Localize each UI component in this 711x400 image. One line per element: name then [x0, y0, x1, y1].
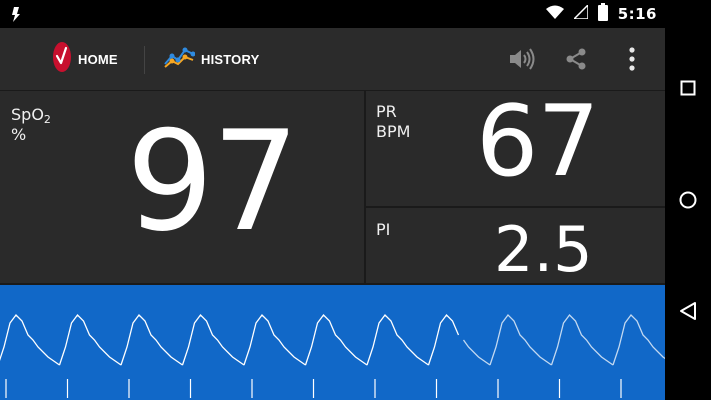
pi-panel[interactable]: PI 2.5 — [366, 208, 665, 283]
pleth-trace — [462, 314, 665, 366]
history-label: HISTORY — [201, 51, 260, 67]
history-chart-icon — [163, 44, 196, 75]
status-bar: 5:16 — [0, 0, 711, 28]
pr-unit: BPM — [376, 122, 411, 141]
signal-icon — [571, 2, 589, 24]
share-icon[interactable] — [561, 44, 591, 74]
home-circle-icon[interactable] — [673, 185, 703, 215]
recents-square-icon[interactable] — [673, 73, 703, 103]
history-button[interactable]: HISTORY — [163, 42, 259, 76]
home-button[interactable]: HOME — [52, 41, 118, 78]
navigation-bar — [665, 28, 711, 400]
app-notification-icon — [10, 5, 22, 28]
toolbar: HOME HISTORY — [0, 28, 665, 90]
pr-panel[interactable]: PR BPM 67 — [366, 91, 665, 206]
pi-value: 2.5 — [494, 213, 593, 283]
battery-icon — [597, 2, 608, 26]
pr-value: 67 — [476, 91, 600, 199]
spo2-value: 97 — [126, 101, 300, 262]
volume-icon[interactable] — [507, 44, 537, 74]
back-triangle-icon[interactable] — [673, 296, 703, 326]
pleth-waveform — [0, 285, 665, 400]
spo2-panel[interactable]: SpO2 % 97 — [0, 91, 364, 283]
toolbar-divider — [144, 46, 145, 74]
status-time: 5:16 — [617, 5, 657, 23]
pr-label: PR — [376, 102, 397, 121]
pleth-trace — [0, 314, 460, 366]
masimo-logo-icon — [52, 41, 72, 78]
overflow-menu-icon[interactable] — [617, 44, 647, 74]
home-label: HOME — [78, 51, 118, 67]
wifi-icon — [545, 5, 564, 24]
spo2-unit: % — [11, 125, 27, 144]
app-screen: HOME HISTORY SpO2 % 97 PR BPM 67 PI 2.5 — [0, 28, 665, 400]
pi-label: PI — [376, 220, 391, 239]
